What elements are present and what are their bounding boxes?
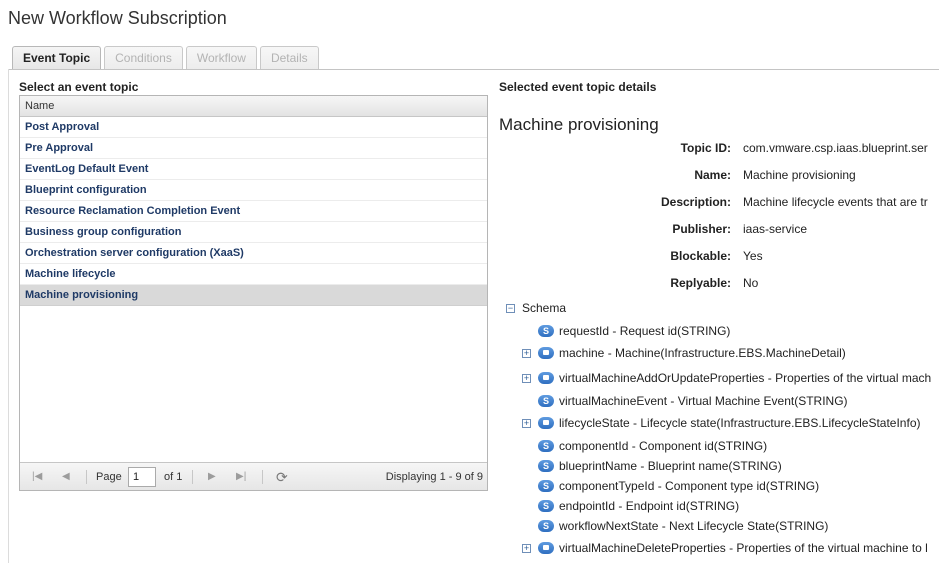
grid-pager: |◀ ◀ Page of 1 ▶ ▶| ⟳ Displaying 1 - 9 o… <box>20 462 487 490</box>
string-type-icon: S <box>538 480 554 492</box>
pager-separator <box>192 470 193 484</box>
schema-node-blueprint-name[interactable]: blueprintName - Blueprint name(STRING) <box>559 459 782 473</box>
description-label: Description: <box>660 195 731 209</box>
publisher-label: Publisher: <box>672 222 731 236</box>
pager-separator <box>86 470 87 484</box>
grid-row-eventlog-default-event[interactable]: EventLog Default Event <box>20 159 487 180</box>
page-title: New Workflow Subscription <box>8 8 227 28</box>
string-type-icon: S <box>538 325 554 337</box>
name-value: Machine provisioning <box>743 168 856 182</box>
grid-column-header-name[interactable]: Name <box>20 96 487 117</box>
blockable-label: Blockable: <box>670 249 731 263</box>
schema-node-workflow-next-state[interactable]: workflowNextState - Next Lifecycle State… <box>559 519 828 533</box>
schema-node-machine[interactable]: machine - Machine(Infrastructure.EBS.Mac… <box>559 346 846 360</box>
select-topic-heading: Select an event topic <box>19 80 139 94</box>
publisher-value: iaas-service <box>743 222 808 236</box>
expand-node-icon[interactable]: + <box>522 419 531 428</box>
previous-page-icon[interactable]: ◀ <box>62 463 70 491</box>
schema-node-lifecycle-state[interactable]: lifecycleState - Lifecycle state(Infrast… <box>559 416 921 430</box>
schema-node-vm-add-or-update-properties[interactable]: virtualMachineAddOrUpdateProperties - Pr… <box>559 371 931 385</box>
refresh-icon[interactable]: ⟳ <box>276 463 288 491</box>
first-page-icon[interactable]: |◀ <box>32 463 42 491</box>
grid-row-blueprint-configuration[interactable]: Blueprint configuration <box>20 180 487 201</box>
topic-id-label: Topic ID: <box>680 141 731 155</box>
last-page-icon[interactable]: ▶| <box>236 463 246 491</box>
tab-divider <box>8 69 939 70</box>
collapse-schema-icon[interactable]: − <box>506 304 515 313</box>
page-count-label: of 1 <box>164 471 183 483</box>
tab-conditions[interactable]: Conditions <box>104 46 183 70</box>
schema-node-endpoint-id[interactable]: endpointId - Endpoint id(STRING) <box>559 499 739 513</box>
schema-node-vm-delete-properties[interactable]: virtualMachineDeleteProperties - Propert… <box>559 541 928 555</box>
grid-row-post-approval[interactable]: Post Approval <box>20 117 487 138</box>
pager-separator <box>262 470 263 484</box>
grid-row-machine-provisioning[interactable]: Machine provisioning <box>20 285 487 306</box>
object-type-icon <box>538 542 554 554</box>
page-number-input[interactable] <box>128 467 156 487</box>
string-type-icon: S <box>538 520 554 532</box>
string-type-icon: S <box>538 500 554 512</box>
topic-id-value: com.vmware.csp.iaas.blueprint.ser <box>743 141 928 155</box>
name-label: Name: <box>694 168 731 182</box>
replyable-value: No <box>743 276 759 290</box>
string-type-icon: S <box>538 460 554 472</box>
topic-details-heading: Selected event topic details <box>499 80 657 94</box>
wizard-tabs: Event Topic Conditions Workflow Details <box>12 46 319 70</box>
next-page-icon[interactable]: ▶ <box>208 463 216 491</box>
selected-topic-title: Machine provisioning <box>499 115 659 134</box>
replyable-label: Replyable: <box>670 276 731 290</box>
string-type-icon: S <box>538 395 554 407</box>
expand-node-icon[interactable]: + <box>522 374 531 383</box>
string-type-icon: S <box>538 440 554 452</box>
grid-row-business-group-configuration[interactable]: Business group configuration <box>20 222 487 243</box>
tab-workflow[interactable]: Workflow <box>185 46 257 70</box>
schema-node-component-type-id[interactable]: componentTypeId - Component type id(STRI… <box>559 479 819 493</box>
schema-tree-root[interactable]: Schema <box>522 301 566 315</box>
object-type-icon <box>538 372 554 384</box>
schema-node-requestid[interactable]: requestId - Request id(STRING) <box>559 324 730 338</box>
tab-details[interactable]: Details <box>259 46 319 70</box>
grid-row-resource-reclamation[interactable]: Resource Reclamation Completion Event <box>20 201 487 222</box>
page-label: Page <box>96 471 122 483</box>
grid-row-machine-lifecycle[interactable]: Machine lifecycle <box>20 264 487 285</box>
grid-row-orchestration-server-configuration[interactable]: Orchestration server configuration (XaaS… <box>20 243 487 264</box>
blockable-value: Yes <box>743 249 763 263</box>
paging-status: Displaying 1 - 9 of 9 <box>385 471 483 483</box>
schema-node-component-id[interactable]: componentId - Component id(STRING) <box>559 439 767 453</box>
event-topic-grid: Name Post Approval Pre Approval EventLog… <box>19 95 488 491</box>
grid-row-pre-approval[interactable]: Pre Approval <box>20 138 487 159</box>
object-type-icon <box>538 417 554 429</box>
expand-node-icon[interactable]: + <box>522 544 531 553</box>
tab-panel-border <box>8 69 9 563</box>
schema-node-virtual-machine-event[interactable]: virtualMachineEvent - Virtual Machine Ev… <box>559 394 848 408</box>
tab-event-topic[interactable]: Event Topic <box>12 46 102 70</box>
expand-node-icon[interactable]: + <box>522 349 531 358</box>
description-value: Machine lifecycle events that are tr <box>743 195 928 209</box>
object-type-icon <box>538 347 554 359</box>
